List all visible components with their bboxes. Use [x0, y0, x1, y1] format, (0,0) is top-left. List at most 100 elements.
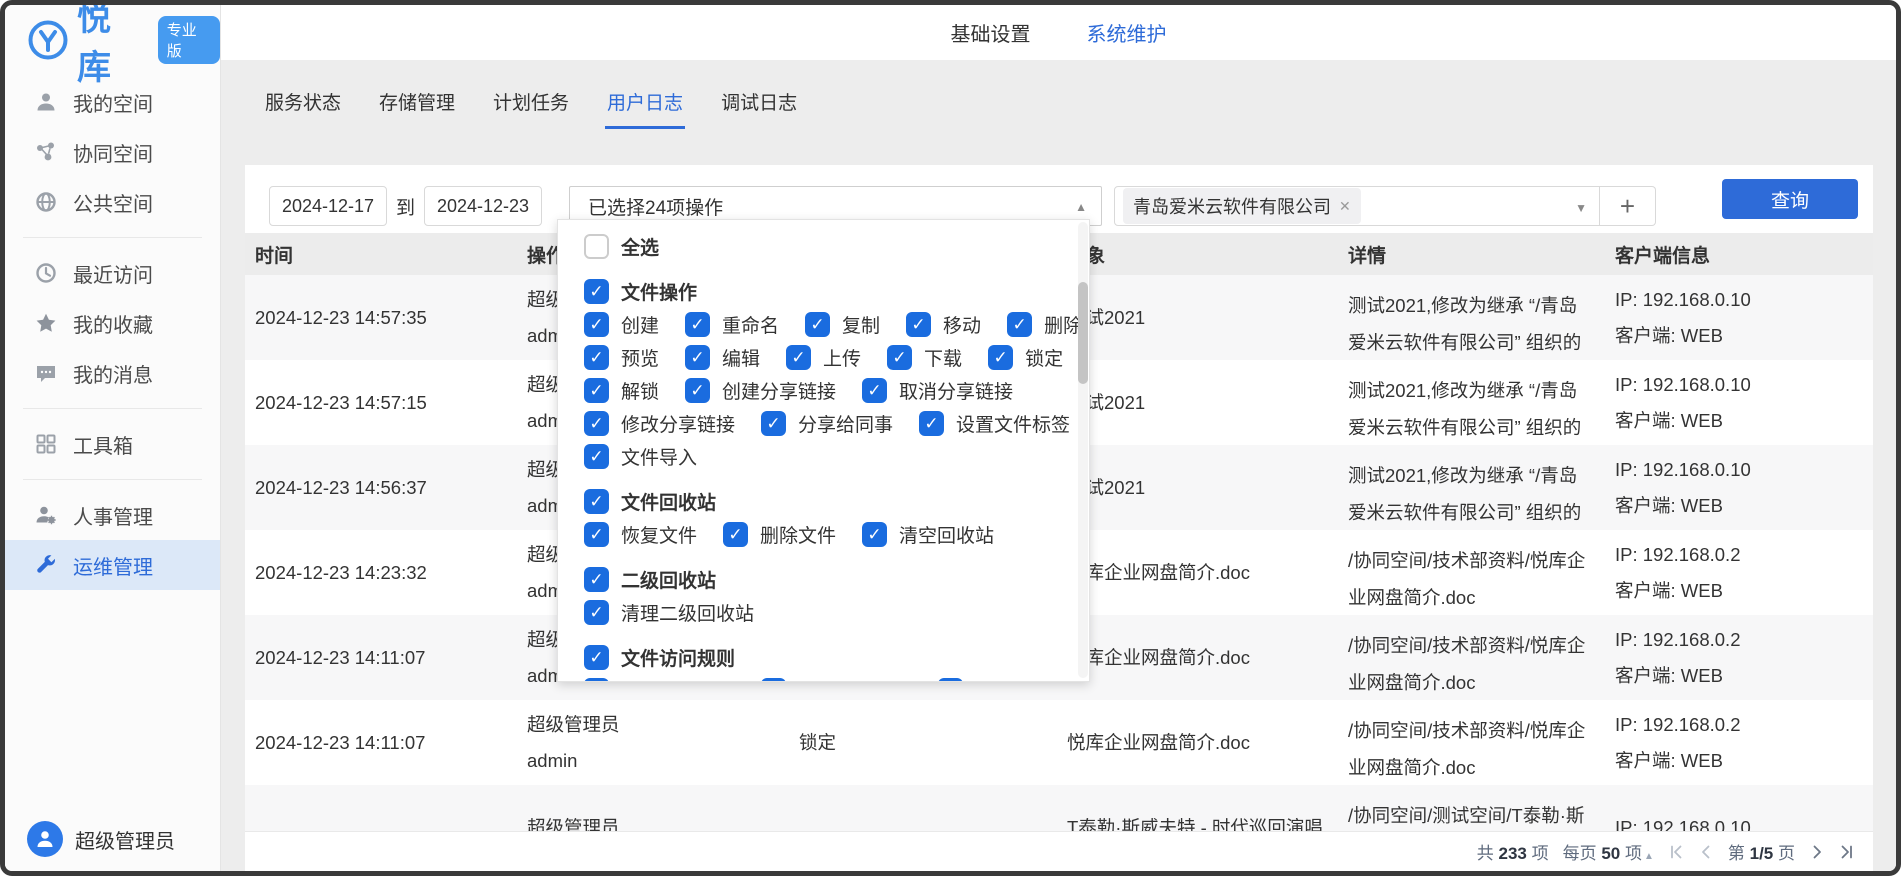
table-row[interactable]: 2024-12-23 14:11:07 超级管理员admin 锁定 悦库企业网盘… — [245, 700, 1873, 785]
operation-option[interactable]: 恢复文件 — [584, 521, 697, 548]
operation-option[interactable]: 设置文件标签 — [919, 410, 1070, 437]
main-content: 服务状态 存储管理 计划任务 用户日志 调试日志 2024-12-17 到 20… — [221, 60, 1896, 871]
operation-option[interactable]: 删除文件 — [723, 521, 836, 548]
sidebar-item-collab-space[interactable]: 协同空间 — [5, 127, 220, 177]
operation-option[interactable]: 修改分享链接 — [584, 410, 735, 437]
option-row: 添加访问规则 删除访问规则 修改访问规则 — [584, 674, 1089, 682]
query-button[interactable]: 查询 — [1722, 179, 1858, 219]
operation-option[interactable]: 预览 — [584, 344, 659, 371]
checkbox-checked-icon[interactable] — [584, 345, 609, 370]
checkbox-checked-icon[interactable] — [887, 345, 912, 370]
operation-option[interactable]: 文件导入 — [584, 443, 697, 470]
date-from-input[interactable]: 2024-12-17 — [269, 186, 387, 226]
checkbox-checked-icon[interactable] — [584, 489, 609, 514]
checkbox-checked-icon[interactable] — [862, 378, 887, 403]
operation-option[interactable]: 复制 — [805, 311, 880, 338]
tab-scheduled-tasks[interactable]: 计划任务 — [493, 88, 569, 129]
checkbox-checked-icon[interactable] — [906, 312, 931, 337]
tab-user-logs[interactable]: 用户日志 — [607, 88, 683, 129]
add-filter-button[interactable]: + — [1600, 186, 1656, 226]
operation-option[interactable]: 删除访问规则 — [761, 677, 912, 682]
next-page-button[interactable] — [1809, 844, 1825, 860]
dropdown-scrollbar-thumb[interactable] — [1078, 282, 1088, 384]
checkbox-checked-icon[interactable] — [584, 678, 609, 682]
checkbox-checked-icon[interactable] — [988, 345, 1013, 370]
option-row: 解锁 创建分享链接 取消分享链接 — [584, 374, 1089, 407]
sidebar-item-favorites[interactable]: 我的收藏 — [5, 298, 220, 348]
operation-option[interactable]: 解锁 — [584, 377, 659, 404]
section-secondary-recycle-bin[interactable]: 二级回收站 — [584, 563, 1089, 596]
checkbox-checked-icon[interactable] — [584, 645, 609, 670]
sidebar-item-label: 工具箱 — [73, 430, 133, 459]
logo-icon — [27, 19, 69, 61]
operation-option[interactable]: 重命名 — [685, 311, 779, 338]
checkbox-checked-icon[interactable] — [584, 567, 609, 592]
checkbox-checked-icon[interactable] — [1007, 312, 1032, 337]
tab-debug-logs[interactable]: 调试日志 — [721, 88, 797, 129]
current-user[interactable]: 超级管理员 — [5, 821, 220, 871]
top-nav-system-maintenance[interactable]: 系统维护 — [1087, 18, 1167, 47]
checkbox-checked-icon[interactable] — [761, 678, 786, 682]
operation-option[interactable]: 创建分享链接 — [685, 377, 836, 404]
checkbox-checked-icon[interactable] — [919, 411, 944, 436]
checkbox-checked-icon[interactable] — [786, 345, 811, 370]
cell-time: 2024-12-23 14:56:37 — [245, 445, 517, 530]
checkbox-unchecked-icon[interactable] — [584, 234, 609, 259]
operation-option[interactable]: 删除 — [1007, 311, 1082, 338]
operation-option[interactable]: 取消分享链接 — [862, 377, 1013, 404]
checkbox-checked-icon[interactable] — [584, 522, 609, 547]
section-recycle-bin[interactable]: 文件回收站 — [584, 485, 1089, 518]
checkbox-checked-icon[interactable] — [584, 411, 609, 436]
date-to-input[interactable]: 2024-12-23 — [424, 186, 542, 226]
sidebar-item-ops-management[interactable]: 运维管理 — [5, 540, 220, 590]
operation-option[interactable]: 创建 — [584, 311, 659, 338]
checkbox-checked-icon[interactable] — [584, 378, 609, 403]
sidebar-item-messages[interactable]: 我的消息 — [5, 348, 220, 398]
checkbox-checked-icon[interactable] — [584, 312, 609, 337]
operation-option[interactable]: 锁定 — [988, 344, 1063, 371]
checkbox-checked-icon[interactable] — [584, 444, 609, 469]
tab-storage-management[interactable]: 存储管理 — [379, 88, 455, 129]
checkbox-checked-icon[interactable] — [685, 345, 710, 370]
checkbox-checked-icon[interactable] — [805, 312, 830, 337]
checkbox-checked-icon[interactable] — [761, 411, 786, 436]
operation-option[interactable]: 添加访问规则 — [584, 677, 735, 682]
section-access-rules[interactable]: 文件访问规则 — [584, 641, 1089, 674]
operation-option[interactable]: 清理二级回收站 — [584, 599, 754, 626]
last-page-button[interactable] — [1839, 844, 1855, 860]
sidebar-item-toolbox[interactable]: 工具箱 — [5, 419, 220, 469]
divider — [23, 237, 202, 238]
sidebar-item-public-space[interactable]: 公共空间 — [5, 177, 220, 227]
checkbox-checked-icon[interactable] — [584, 279, 609, 304]
option-row: 文件导入 — [584, 440, 1089, 473]
select-all-option[interactable]: 全选 — [584, 230, 1089, 263]
page-size-select[interactable]: 每页 50 项▲ — [1563, 839, 1654, 864]
share-network-icon — [35, 141, 57, 163]
tab-service-status[interactable]: 服务状态 — [265, 88, 341, 129]
operation-option[interactable]: 下载 — [887, 344, 962, 371]
checkbox-checked-icon[interactable] — [938, 678, 963, 682]
top-nav-basic-settings[interactable]: 基础设置 — [951, 18, 1031, 47]
grid-icon — [35, 433, 57, 455]
operation-option[interactable]: 修改访问规则 — [938, 677, 1089, 682]
company-select[interactable]: 青岛爱米云软件有限公司 ✕ ▼ — [1114, 186, 1600, 226]
operation-option[interactable]: 清空回收站 — [862, 521, 994, 548]
remove-tag-icon[interactable]: ✕ — [1339, 198, 1351, 215]
checkbox-checked-icon[interactable] — [685, 378, 710, 403]
checkbox-checked-icon[interactable] — [584, 600, 609, 625]
operation-option[interactable]: 编辑 — [685, 344, 760, 371]
first-page-button[interactable] — [1668, 844, 1684, 860]
history-clock-icon — [35, 262, 57, 284]
operation-option[interactable]: 分享给同事 — [761, 410, 893, 437]
operation-option[interactable]: 移动 — [906, 311, 981, 338]
checkbox-checked-icon[interactable] — [862, 522, 887, 547]
sidebar-item-recent[interactable]: 最近访问 — [5, 248, 220, 298]
caret-up-icon: ▲ — [1075, 200, 1087, 214]
option-row: 清理二级回收站 — [584, 596, 1089, 629]
operation-option[interactable]: 上传 — [786, 344, 861, 371]
prev-page-button[interactable] — [1698, 844, 1714, 860]
checkbox-checked-icon[interactable] — [723, 522, 748, 547]
checkbox-checked-icon[interactable] — [685, 312, 710, 337]
sidebar-item-hr-management[interactable]: 人事管理 — [5, 490, 220, 540]
section-file-operations[interactable]: 文件操作 — [584, 275, 1089, 308]
